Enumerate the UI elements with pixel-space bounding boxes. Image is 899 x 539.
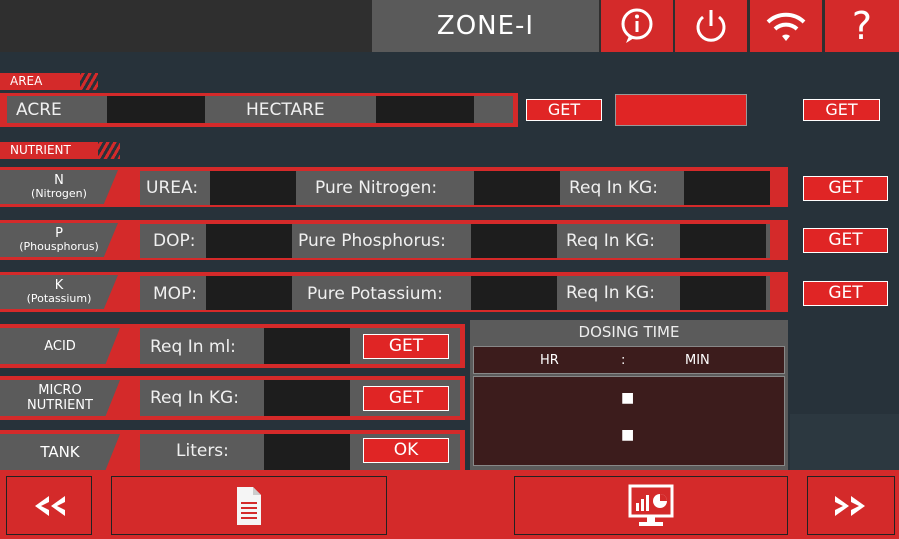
phosphorus-symbol: P bbox=[55, 226, 63, 241]
page-title: ZONE-I bbox=[372, 0, 599, 52]
nitrogen-subtitle: (Nitrogen) bbox=[31, 187, 87, 200]
area-section-label: AREA bbox=[0, 73, 80, 90]
double-chevron-right-icon bbox=[835, 495, 865, 516]
dosing-entry-1[interactable]: ■ bbox=[621, 390, 634, 406]
hectare-field[interactable] bbox=[376, 96, 474, 123]
acid-label: ACID bbox=[0, 328, 120, 364]
pure-potassium-field[interactable] bbox=[471, 276, 557, 310]
dop-label: DOP: bbox=[153, 231, 196, 251]
micro-nutrient-label: MICRO NUTRIENT bbox=[0, 380, 120, 416]
liters-label: Liters: bbox=[176, 441, 229, 461]
nitrogen-get-button[interactable]: GET bbox=[803, 176, 888, 201]
dosing-separator: : bbox=[621, 353, 626, 368]
nitrogen-req-label: Req In KG: bbox=[569, 178, 658, 198]
dosing-header bbox=[473, 346, 785, 374]
help-button[interactable]: ? bbox=[825, 0, 899, 52]
pure-potassium-label: Pure Potassium: bbox=[307, 284, 443, 304]
tank-label: TANK bbox=[0, 434, 120, 470]
area-get-button[interactable]: GET bbox=[526, 99, 602, 121]
dashboard-button[interactable] bbox=[514, 476, 788, 535]
potassium-get-button[interactable]: GET bbox=[803, 281, 888, 306]
micro-label-line2: NUTRIENT bbox=[27, 398, 93, 413]
potassium-label: K (Potassium) bbox=[0, 275, 118, 309]
pure-nitrogen-label: Pure Nitrogen: bbox=[315, 178, 438, 198]
decorative-panel bbox=[790, 414, 899, 470]
phosphorus-subtitle: (Phousphorus) bbox=[19, 240, 99, 253]
hectare-label: HECTARE bbox=[246, 100, 325, 120]
info-icon bbox=[621, 8, 653, 43]
next-button[interactable] bbox=[807, 476, 895, 535]
potassium-req-field[interactable] bbox=[680, 276, 766, 310]
section-stripes bbox=[78, 73, 98, 90]
report-button[interactable] bbox=[111, 476, 387, 535]
tank-ok-button[interactable]: OK bbox=[363, 438, 449, 463]
potassium-subtitle: (Potassium) bbox=[26, 292, 92, 305]
wifi-button[interactable] bbox=[750, 0, 822, 52]
pure-nitrogen-field[interactable] bbox=[474, 171, 560, 205]
dosing-min-label: MIN bbox=[685, 353, 710, 368]
analytics-monitor-icon bbox=[628, 484, 674, 526]
previous-button[interactable] bbox=[6, 476, 92, 535]
acid-get-button[interactable]: GET bbox=[363, 334, 449, 359]
question-icon: ? bbox=[851, 4, 873, 48]
potassium-symbol: K bbox=[54, 278, 64, 293]
mop-label: MOP: bbox=[153, 284, 198, 304]
area-get-button-right[interactable]: GET bbox=[803, 99, 880, 121]
info-button[interactable] bbox=[601, 0, 673, 52]
liters-field[interactable] bbox=[264, 434, 350, 470]
nitrogen-label: N (Nitrogen) bbox=[0, 170, 118, 204]
dosing-hr-label: HR bbox=[540, 353, 559, 368]
acid-req-field[interactable] bbox=[264, 328, 350, 364]
power-icon bbox=[696, 10, 726, 42]
micro-label-line1: MICRO bbox=[38, 383, 82, 398]
pure-phosphorus-label: Pure Phosphorus: bbox=[298, 231, 446, 251]
dop-field[interactable] bbox=[206, 224, 292, 258]
urea-field[interactable] bbox=[210, 171, 296, 205]
phosphorus-label: P (Phousphorus) bbox=[0, 223, 118, 257]
potassium-req-label: Req In KG: bbox=[566, 283, 655, 303]
phosphorus-get-button[interactable]: GET bbox=[803, 228, 888, 253]
dosing-time-title: DOSING TIME bbox=[578, 323, 680, 341]
wifi-icon bbox=[766, 12, 806, 41]
dosing-entry-2[interactable]: ■ bbox=[621, 427, 634, 443]
acid-req-label: Req In ml: bbox=[150, 337, 236, 357]
nitrogen-symbol: N bbox=[54, 173, 64, 188]
document-icon bbox=[237, 486, 261, 525]
pure-phosphorus-field[interactable] bbox=[471, 224, 557, 258]
nutrient-section-label: NUTRIENT bbox=[0, 142, 98, 159]
micro-req-label: Req In KG: bbox=[150, 388, 239, 408]
phosphorus-req-field[interactable] bbox=[680, 224, 766, 258]
urea-label: UREA: bbox=[146, 178, 199, 198]
power-button[interactable] bbox=[675, 0, 747, 52]
micro-req-field[interactable] bbox=[264, 380, 350, 416]
micro-get-button[interactable]: GET bbox=[363, 386, 449, 411]
area-result-display bbox=[615, 94, 747, 126]
acre-label: ACRE bbox=[16, 100, 62, 120]
phosphorus-req-label: Req In KG: bbox=[566, 231, 655, 251]
acre-field[interactable] bbox=[107, 96, 205, 123]
mop-field[interactable] bbox=[206, 276, 292, 310]
nitrogen-req-field[interactable] bbox=[684, 171, 770, 205]
section-stripes bbox=[96, 142, 120, 159]
double-chevron-left-icon bbox=[35, 495, 65, 516]
